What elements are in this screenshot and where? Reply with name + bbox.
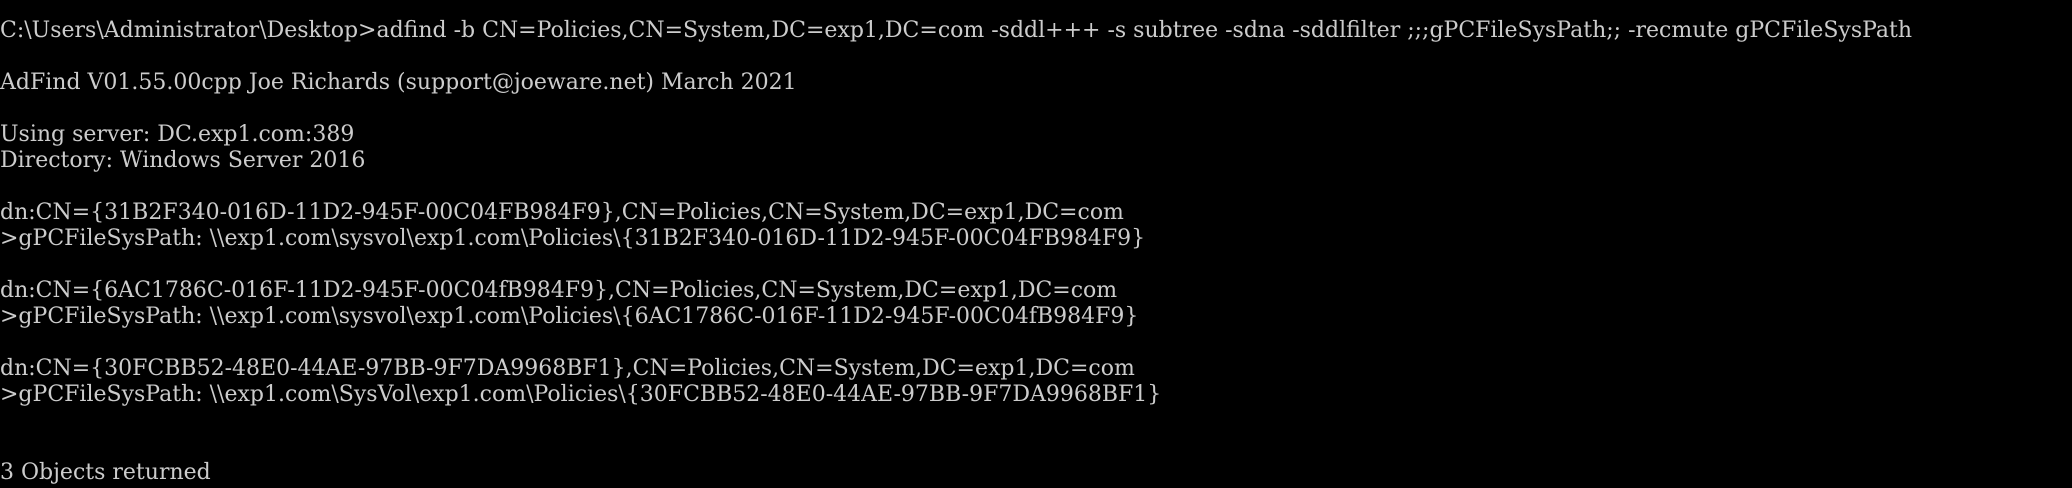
directory-info: Directory: Windows Server 2016 — [0, 148, 366, 173]
result-path-2: >gPCFileSysPath: \\exp1.com\sysvol\exp1.… — [0, 304, 1139, 329]
tool-banner: AdFind V01.55.00cpp Joe Richards (suppor… — [0, 70, 797, 95]
result-path-3: >gPCFileSysPath: \\exp1.com\SysVol\exp1.… — [0, 382, 1162, 407]
result-dn-3: dn:CN={30FCBB52-48E0-44AE-97BB-9F7DA9968… — [0, 356, 1135, 381]
result-dn-1: dn:CN={31B2F340-016D-11D2-945F-00C04FB98… — [0, 200, 1124, 225]
terminal-window[interactable]: C:\Users\Administrator\Desktop>adfind -b… — [0, 0, 2072, 488]
server-info: Using server: DC.exp1.com:389 — [0, 122, 355, 147]
result-dn-2: dn:CN={6AC1786C-016F-11D2-945F-00C04fB98… — [0, 278, 1118, 303]
command-line: C:\Users\Administrator\Desktop>adfind -b… — [0, 18, 1913, 43]
result-path-1: >gPCFileSysPath: \\exp1.com\sysvol\exp1.… — [0, 226, 1146, 251]
result-summary: 3 Objects returned — [0, 460, 211, 485]
